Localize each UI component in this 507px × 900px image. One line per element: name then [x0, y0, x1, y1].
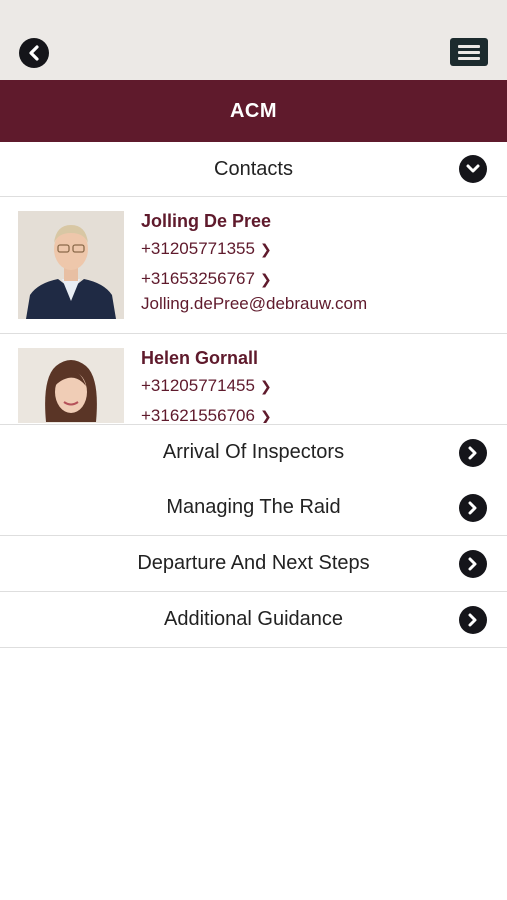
- contacts-section-header[interactable]: Contacts: [0, 142, 507, 197]
- contact-mobile-link[interactable]: +31621556706 ❯: [141, 406, 272, 423]
- contact-card: Jolling De Pree +31205771355 ❯ +31653256…: [0, 197, 507, 334]
- chevron-left-icon: [29, 45, 39, 61]
- section-departure-and-next-steps[interactable]: Departure And Next Steps: [0, 536, 507, 592]
- chevron-down-icon: [466, 164, 480, 173]
- chevron-right-icon: [468, 613, 477, 626]
- section-arrival-of-inspectors[interactable]: Arrival Of Inspectors: [0, 424, 507, 481]
- contact-phone-number: +31205771355: [141, 239, 255, 258]
- contact-phone-link[interactable]: +31205771455 ❯: [141, 376, 272, 396]
- chevron-right-circle-icon: [459, 438, 487, 467]
- chevron-right-icon: [468, 501, 477, 514]
- contact-phone-link[interactable]: +31205771355 ❯: [141, 239, 272, 259]
- chevron-right-icon: ❯: [259, 377, 272, 394]
- contact-mobile-link[interactable]: +31653256767 ❯: [141, 269, 272, 289]
- contact-photo: [18, 348, 124, 423]
- chevron-down-circle-icon[interactable]: [459, 155, 487, 183]
- section-managing-the-raid[interactable]: Managing The Raid: [0, 480, 507, 536]
- hamburger-menu-icon: [458, 45, 480, 48]
- contact-mobile-number: +31621556706: [141, 406, 255, 423]
- contacts-section-label: Contacts: [214, 157, 293, 180]
- chevron-right-icon: ❯: [259, 270, 272, 287]
- menu-button[interactable]: [450, 38, 488, 66]
- contact-photo: [18, 211, 124, 319]
- chevron-right-circle-icon: [459, 549, 487, 578]
- hamburger-line: [458, 51, 480, 54]
- contacts-list[interactable]: Jolling De Pree +31205771355 ❯ +31653256…: [0, 197, 507, 423]
- contact-name: Jolling De Pree: [141, 211, 272, 231]
- page-title-bar: ACM: [0, 80, 507, 142]
- page-title: ACM: [229, 99, 278, 122]
- section-label: Additional Guidance: [163, 608, 343, 630]
- contact-phone-number: +31205771455: [141, 376, 255, 395]
- chevron-right-circle-icon: [459, 605, 487, 634]
- chevron-right-icon: ❯: [259, 240, 272, 257]
- hamburger-line: [458, 57, 480, 60]
- contact-name: Helen Gornall: [141, 348, 259, 368]
- contact-mobile-number: +31653256767: [141, 269, 255, 288]
- back-button[interactable]: [19, 38, 49, 68]
- top-bar: [0, 0, 507, 80]
- chevron-right-icon: ❯: [259, 407, 272, 424]
- chevron-right-icon: [468, 446, 477, 459]
- section-label: Managing The Raid: [166, 496, 341, 518]
- contact-photo-image: [18, 211, 124, 319]
- chevron-right-icon: [468, 557, 477, 570]
- section-additional-guidance[interactable]: Additional Guidance: [0, 592, 507, 648]
- section-label: Arrival Of Inspectors: [162, 441, 345, 463]
- section-label: Departure And Next Steps: [137, 552, 370, 574]
- contact-card: Helen Gornall +31205771455 ❯ +3162155670…: [0, 334, 507, 423]
- contact-email-link[interactable]: Jolling.dePree@debrauw.com: [141, 294, 367, 314]
- chevron-right-circle-icon: [459, 493, 487, 522]
- contact-photo-image: [18, 348, 124, 423]
